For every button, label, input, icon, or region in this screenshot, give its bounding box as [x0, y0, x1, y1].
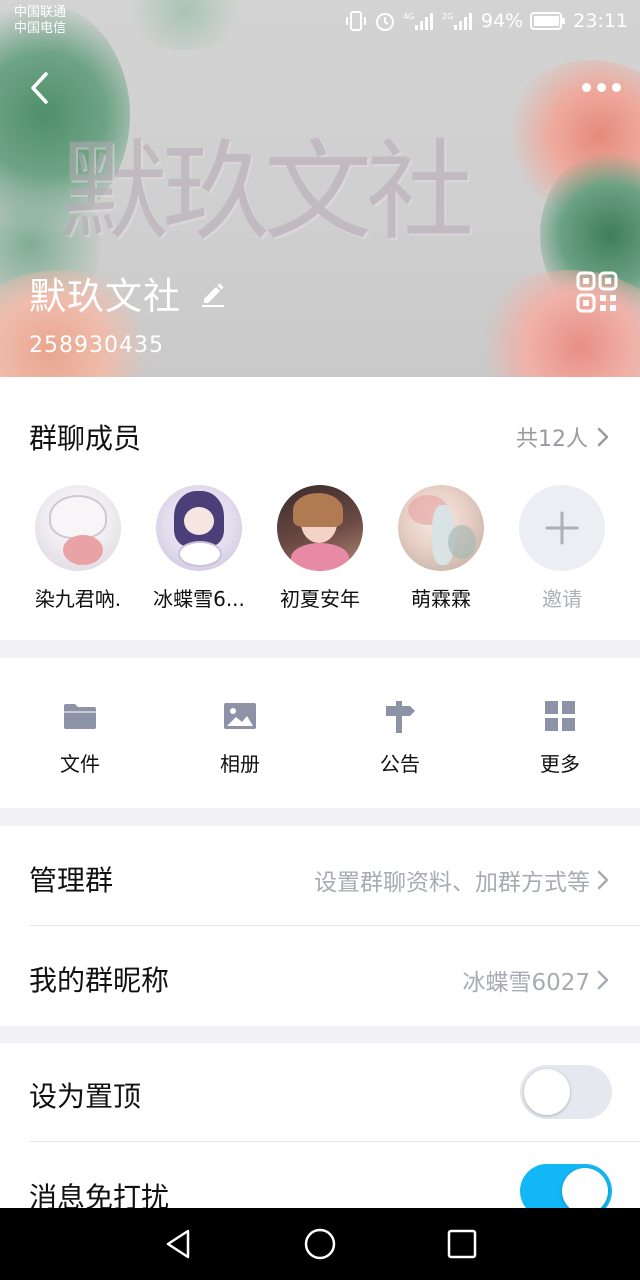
my-nickname-row[interactable]: 我的群昵称 冰蝶雪6027 [0, 926, 640, 1026]
members-count-link[interactable]: 共12人 [516, 421, 610, 453]
avatar [35, 485, 121, 571]
action-label: 公告 [380, 752, 420, 776]
group-header: 默玖文社 中国联通 中国电信 4G 2G 94% 23:11 默玖文社 2589… [0, 0, 640, 377]
action-label: 相册 [220, 752, 260, 776]
edit-pencil-icon[interactable] [199, 279, 227, 307]
vibrate-icon [346, 11, 366, 31]
back-button[interactable] [22, 66, 62, 110]
folder-icon [64, 704, 96, 729]
signpost-icon [386, 701, 415, 733]
chevron-left-icon [31, 72, 48, 104]
image-icon [224, 703, 256, 729]
manage-group-row[interactable]: 管理群 设置群聊资料、加群方式等 [0, 826, 640, 926]
member-name: 初夏安年 [280, 587, 360, 611]
row-label: 消息免打扰 [29, 1181, 170, 1210]
group-name: 默玖文社 [29, 275, 181, 318]
network-2-label: 2G [442, 12, 453, 21]
status-icons: 4G 2G 94% 23:11 [345, 9, 628, 33]
member-item[interactable]: 萌霖霖 [381, 485, 501, 612]
nav-home-icon[interactable] [302, 1226, 338, 1262]
member-name: 冰蝶雪6... [153, 587, 245, 611]
invite-circle [519, 485, 605, 571]
action-label: 更多 [540, 752, 580, 776]
manage-group-hint: 设置群聊资料、加群方式等 [314, 870, 590, 896]
invite-button[interactable]: 邀请 [502, 485, 622, 612]
row-label: 管理群 [29, 864, 114, 897]
dot-3 [611, 82, 621, 92]
signal-2g-icon: 2G [442, 12, 472, 30]
invite-label: 邀请 [542, 587, 582, 611]
avatar [277, 485, 363, 571]
member-item[interactable]: 初夏安年 [260, 485, 380, 612]
system-nav-bar [0, 1208, 640, 1280]
member-item[interactable]: 染九君吶. [18, 485, 138, 612]
row-value: 设置群聊资料、加群方式等 [314, 863, 610, 897]
alarm-icon [376, 13, 394, 31]
group-id: 258930435 [29, 333, 164, 358]
grid-icon [545, 701, 575, 731]
members-section: 群聊成员 共12人 染九君吶. 冰蝶雪6... 初夏安年 萌霖霖 邀请 [0, 377, 640, 640]
nav-back-icon[interactable] [160, 1226, 196, 1262]
dot-2 [596, 82, 606, 92]
member-item[interactable]: 冰蝶雪6... [139, 485, 259, 612]
chevron-right-icon [597, 870, 609, 890]
row-label: 我的群昵称 [29, 964, 170, 997]
chevron-right-icon [597, 970, 609, 990]
qr-code-icon[interactable] [576, 271, 618, 313]
network-1-label: 4G [403, 12, 414, 21]
settings-group-1: 管理群 设置群聊资料、加群方式等 我的群昵称 冰蝶雪6027 [0, 826, 640, 1026]
banner-calligraphy: 默玖文社 [60, 130, 474, 255]
status-bar: 中国联通 中国电信 4G 2G 94% 23:11 [0, 0, 640, 44]
carrier-2: 中国电信 [14, 21, 67, 36]
section-divider [0, 640, 640, 658]
avatar [156, 485, 242, 571]
group-name-row: 默玖文社 [29, 266, 227, 320]
action-label: 文件 [60, 752, 100, 776]
do-not-disturb-toggle[interactable] [520, 1164, 612, 1210]
toggle-knob [524, 1069, 570, 1115]
pin-top-row: 设为置顶 [0, 1043, 640, 1143]
announcement-button[interactable]: 公告 [350, 698, 450, 777]
row-value: 冰蝶雪6027 [462, 963, 610, 997]
members-count: 共12人 [516, 427, 588, 452]
plus-icon [545, 511, 579, 545]
my-nickname-value: 冰蝶雪6027 [462, 970, 590, 996]
signal-4g-icon: 4G [403, 12, 433, 30]
album-button[interactable]: 相册 [190, 698, 290, 777]
more-options-button[interactable] [576, 72, 626, 102]
carrier-labels: 中国联通 中国电信 [14, 5, 66, 37]
more-button[interactable]: 更多 [510, 698, 610, 777]
avatar [398, 485, 484, 571]
clock: 23:11 [573, 10, 628, 32]
member-name: 染九君吶. [34, 587, 122, 611]
files-button[interactable]: 文件 [30, 698, 130, 777]
settings-group-2: 设为置顶 消息免打扰 [0, 1043, 640, 1210]
carrier-1: 中国联通 [14, 5, 67, 20]
pin-top-toggle[interactable] [520, 1065, 612, 1119]
battery-icon [530, 12, 566, 30]
section-divider [0, 1026, 640, 1043]
quick-actions: 文件 相册 公告 更多 [0, 658, 640, 808]
dot-1 [581, 82, 591, 92]
nav-recents-icon[interactable] [444, 1226, 480, 1262]
chevron-right-icon [597, 427, 609, 447]
member-name: 萌霖霖 [411, 587, 471, 611]
members-title: 群聊成员 [29, 422, 142, 455]
toggle-knob [562, 1168, 608, 1210]
do-not-disturb-row: 消息免打扰 [0, 1142, 640, 1210]
battery-percent: 94% [481, 10, 524, 32]
row-label: 设为置顶 [29, 1080, 142, 1113]
section-divider [0, 808, 640, 826]
